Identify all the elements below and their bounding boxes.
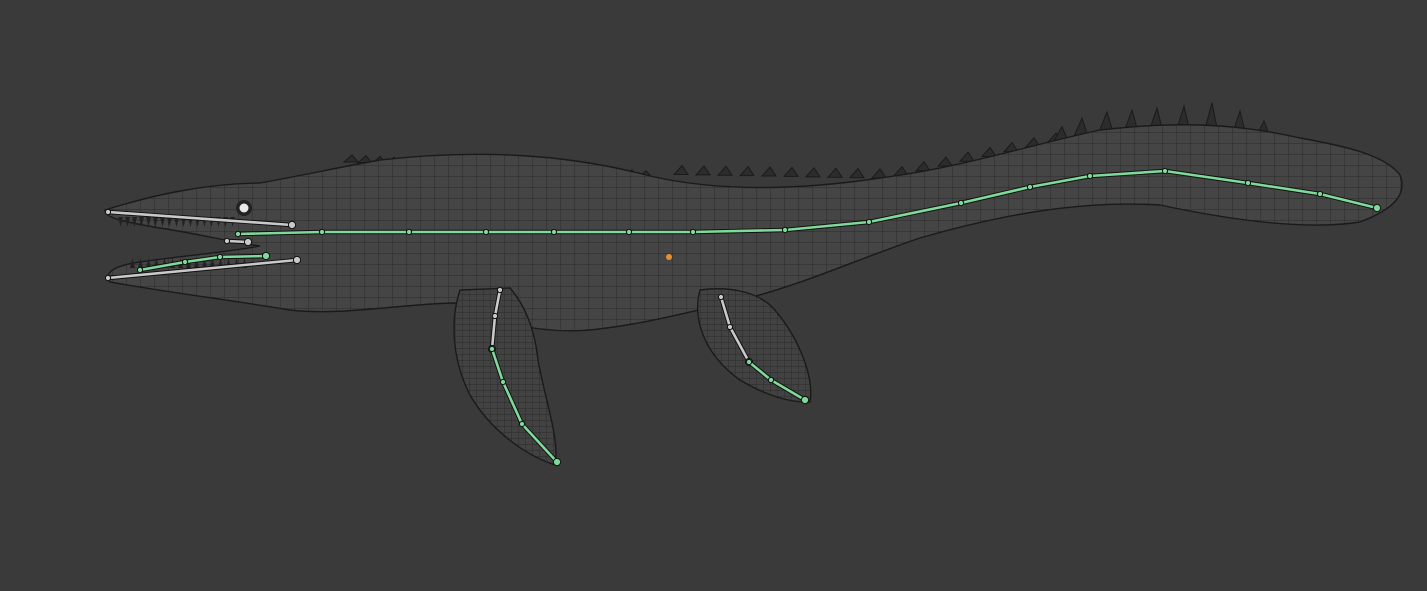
bone-joint[interactable] [1316, 190, 1324, 198]
dorsal-spike-icon [826, 167, 843, 178]
dorsal-spike-icon [958, 151, 975, 162]
3d-viewport[interactable] [0, 0, 1427, 591]
object-origin-icon [666, 254, 672, 260]
bone-joint[interactable] [234, 230, 242, 238]
dorsal-spike-icon [914, 161, 931, 172]
bone-joint[interactable] [136, 266, 144, 274]
bone-joint[interactable] [689, 228, 697, 236]
dorsal-spike-icon [848, 167, 865, 179]
viewport-canvas[interactable] [0, 0, 1427, 591]
bone-joint[interactable] [491, 312, 499, 320]
eye-icon [236, 200, 252, 216]
bone-joint[interactable] [1161, 167, 1169, 175]
bone-joint[interactable] [957, 199, 965, 207]
bone-joint[interactable] [625, 228, 633, 236]
bone-joint[interactable] [550, 228, 558, 236]
bone-joint[interactable] [318, 228, 326, 236]
upper-tooth [118, 217, 123, 227]
bone-joint[interactable] [104, 274, 112, 282]
dorsal-spike-icon [716, 165, 733, 176]
bone-joint[interactable] [552, 457, 562, 467]
dorsal-spike-icon [870, 168, 887, 179]
bone-joint[interactable] [488, 345, 496, 353]
bone-joint[interactable] [1244, 179, 1252, 187]
bone-joint[interactable] [800, 395, 810, 405]
dorsal-spike-icon [804, 167, 821, 178]
bone-joint[interactable] [518, 420, 526, 428]
dorsal-spike-icon [738, 165, 755, 177]
bone-joint[interactable] [104, 208, 112, 216]
bone-joint[interactable] [482, 228, 490, 236]
bone-joint[interactable] [1372, 203, 1382, 213]
dorsal-spike-icon [782, 166, 799, 177]
dorsal-spike-icon [694, 165, 711, 176]
bone-joint[interactable] [1026, 183, 1034, 191]
bone-joint[interactable] [1086, 172, 1094, 180]
dorsal-spike-icon [342, 154, 360, 163]
bone-joint[interactable] [181, 258, 189, 266]
bone-joint[interactable] [287, 220, 297, 230]
bone-joint[interactable] [499, 378, 507, 386]
mesh-rear-flipper[interactable] [697, 288, 812, 403]
bone-joint[interactable] [767, 376, 775, 384]
bone-joint[interactable] [216, 253, 224, 261]
bone-joint[interactable] [781, 226, 789, 234]
dorsal-spike-icon [672, 164, 689, 176]
bone-joint[interactable] [865, 218, 873, 226]
dorsal-spike-icon [936, 156, 953, 167]
tongue-bone[interactable] [223, 237, 253, 247]
bone-joint[interactable] [717, 293, 725, 301]
dorsal-spike-icon [760, 166, 777, 177]
bone-joint[interactable] [292, 255, 302, 265]
bone-joint[interactable] [243, 237, 253, 247]
bone-joint[interactable] [726, 323, 734, 331]
bone-joint[interactable] [405, 228, 413, 236]
bone-joint[interactable] [745, 358, 753, 366]
bone-joint[interactable] [496, 286, 504, 294]
bone-joint[interactable] [223, 237, 231, 245]
bone-joint[interactable] [261, 251, 271, 261]
